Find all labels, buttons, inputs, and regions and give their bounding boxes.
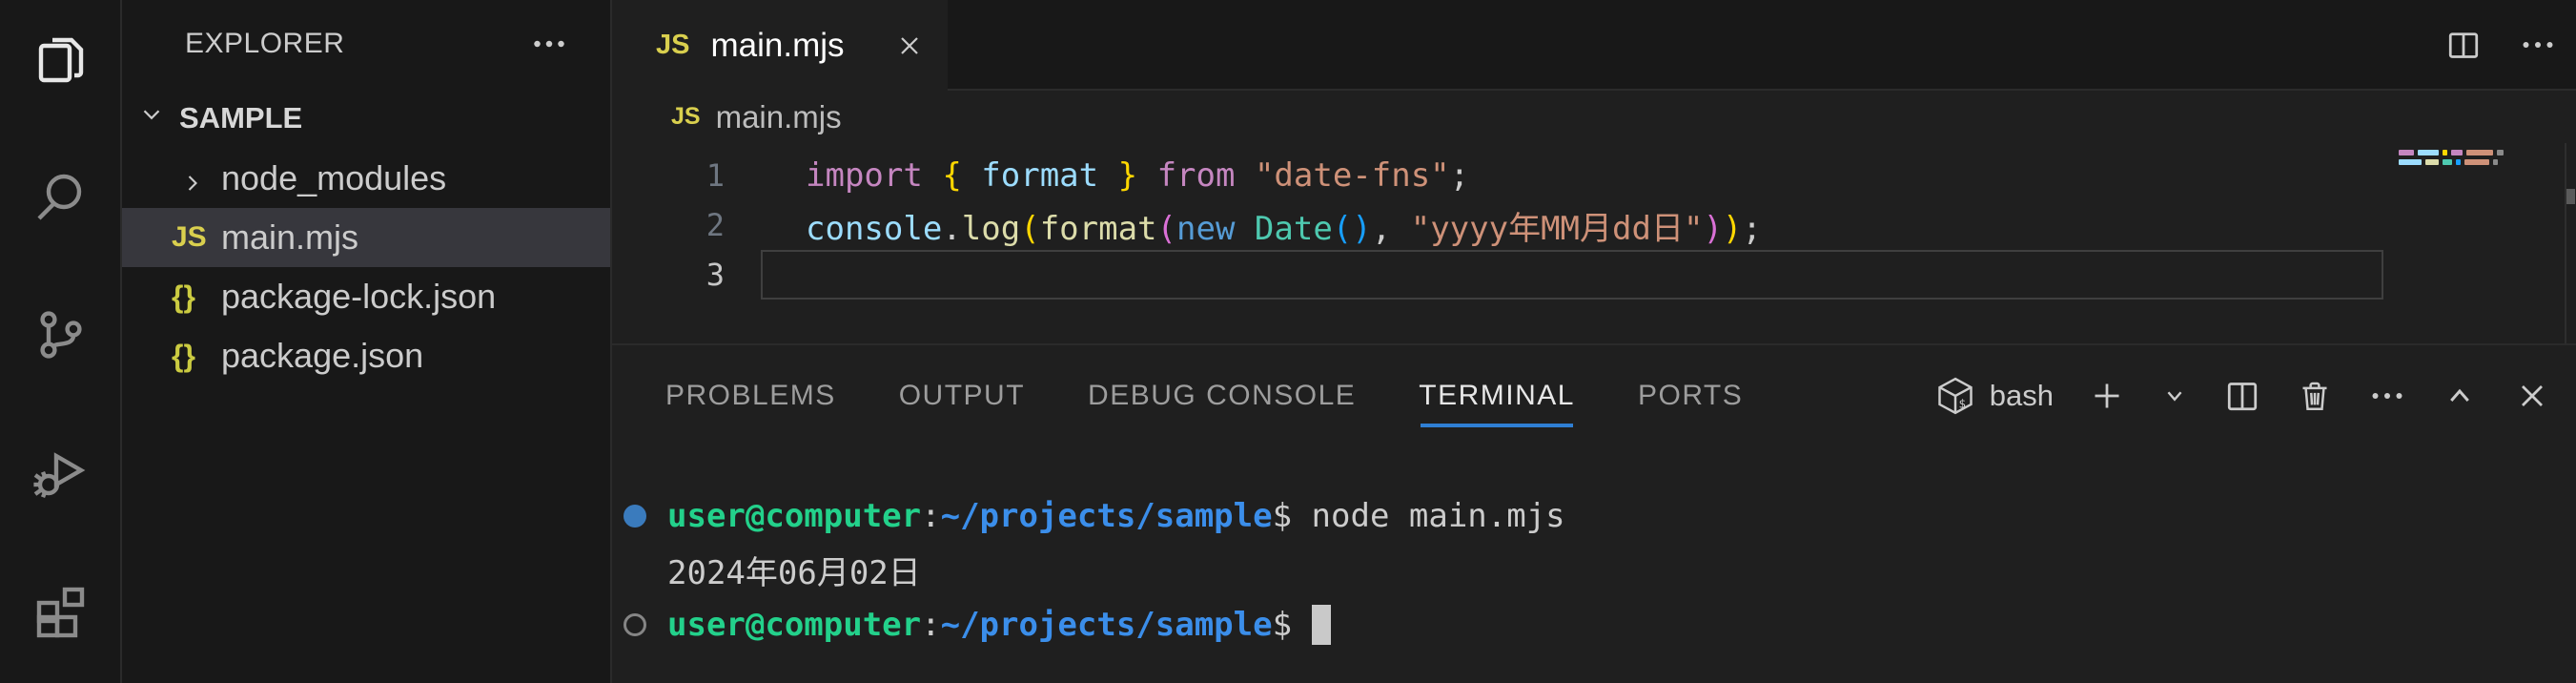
file-list: node_modules JS main.mjs {} package-lock.jso… <box>122 149 610 385</box>
bash-icon: $ <box>1934 375 1976 417</box>
activity-bar <box>0 0 122 683</box>
code-editor[interactable]: 1import { format } from "date-fns";2cons… <box>612 143 2576 343</box>
close-panel-icon[interactable] <box>2513 377 2551 415</box>
command-success-decoration[interactable] <box>624 505 646 528</box>
panel-tab-debug-console[interactable]: DEBUG CONSOLE <box>1088 345 1356 446</box>
sidebar-header: EXPLORER <box>122 0 610 88</box>
json-file-icon: {} <box>172 279 195 315</box>
scrollbar-thumb[interactable] <box>2566 189 2575 204</box>
extensions-icon <box>30 581 91 647</box>
minimap-line <box>2393 159 2561 165</box>
file-item-main.mjs[interactable]: JS main.mjs <box>122 208 610 267</box>
tab-label: main.mjs <box>710 27 844 65</box>
bottom-panel: PROBLEMS OUTPUT DEBUG CONSOLE TERMINAL PORTS… <box>612 343 2576 683</box>
line-number: 1 <box>612 157 725 194</box>
folder-section-sample[interactable]: SAMPLE <box>122 88 610 149</box>
panel-tabs: PROBLEMS OUTPUT DEBUG CONSOLE TERMINAL PORTS <box>665 345 1743 446</box>
code-line-1[interactable]: 1import { format } from "date-fns"; <box>612 151 2576 200</box>
panel-more-actions-icon[interactable] <box>2368 377 2406 415</box>
current-line-highlight <box>761 250 2383 300</box>
js-file-icon: JS <box>172 221 207 254</box>
launch-profile-chevron-icon[interactable] <box>2160 382 2189 410</box>
split-terminal-icon[interactable] <box>2223 377 2261 415</box>
file-label: package.json <box>221 336 423 376</box>
terminal-output[interactable]: user@computer:~/projects/sample$ node ma… <box>612 446 2576 683</box>
chevron-down-icon <box>137 100 166 136</box>
explorer-sidebar: EXPLORER SAMPLE node_modules JS main.mjs {}… <box>122 0 612 683</box>
maximize-panel-icon[interactable] <box>2441 377 2479 415</box>
activity-item-source-control[interactable] <box>0 269 120 407</box>
editor-actions <box>2444 0 2576 89</box>
overview-ruler <box>2565 143 2576 343</box>
vscode-window: EXPLORER SAMPLE node_modules JS main.mjs {}… <box>0 0 2576 683</box>
line-number: 3 <box>612 257 725 293</box>
file-label: main.mjs <box>221 217 358 258</box>
line-content: console.log(format(new Date(), "yyyy年MM月… <box>725 202 1762 249</box>
line-content: import { format } from "date-fns"; <box>725 156 1469 195</box>
kill-terminal-icon[interactable] <box>2296 377 2334 415</box>
file-item-package-lock.json[interactable]: {} package-lock.json <box>122 267 610 326</box>
panel-tab-output[interactable]: OUTPUT <box>899 345 1025 446</box>
panel-header: PROBLEMS OUTPUT DEBUG CONSOLE TERMINAL PORTS… <box>612 345 2576 446</box>
editor-and-panel: JS main.mjs JS main.mjs <box>612 0 2576 683</box>
activity-item-explorer[interactable] <box>0 0 120 131</box>
file-label: package-lock.json <box>221 277 496 317</box>
panel-tab-terminal[interactable]: TERMINAL <box>1419 345 1575 446</box>
activity-item-extensions[interactable] <box>0 545 120 683</box>
activity-item-run-debug[interactable] <box>0 406 120 545</box>
new-terminal-icon[interactable] <box>2088 377 2126 415</box>
svg-text:$: $ <box>1958 397 1965 410</box>
file-label: node_modules <box>221 158 446 198</box>
terminal-toolbar: $ bash <box>1934 375 2551 417</box>
editor-region: JS main.mjs JS main.mjs <box>612 0 2576 343</box>
minimap-line <box>2393 150 2561 155</box>
shell-label: bash <box>1990 379 2054 413</box>
command-prompt-decoration[interactable] <box>624 613 646 636</box>
editor-tab-bar: JS main.mjs <box>612 0 2576 91</box>
line-number: 2 <box>612 207 725 243</box>
chevron-right-icon <box>179 165 206 192</box>
more-actions-icon[interactable] <box>2519 26 2557 64</box>
file-item-node_modules[interactable]: node_modules <box>122 149 610 208</box>
js-file-icon: JS <box>656 30 689 61</box>
terminal-line-3: user@computer:~/projects/sample$ <box>612 597 2576 652</box>
json-file-icon: {} <box>172 339 195 374</box>
close-tab-icon[interactable] <box>894 31 925 61</box>
minimap[interactable] <box>2393 150 2561 169</box>
terminal-line-2: 2024年06月02日 <box>612 543 2576 597</box>
terminal-line-1: user@computer:~/projects/sample$ node ma… <box>612 488 2576 543</box>
panel-tab-problems[interactable]: PROBLEMS <box>665 345 836 446</box>
split-editor-icon[interactable] <box>2444 26 2483 64</box>
panel-tab-ports[interactable]: PORTS <box>1638 345 1743 446</box>
source-control-icon <box>30 304 91 370</box>
sidebar-title: EXPLORER <box>185 28 344 60</box>
terminal-cursor <box>1312 605 1331 645</box>
tab-main-mjs[interactable]: JS main.mjs <box>612 0 948 91</box>
file-item-package.json[interactable]: {} package.json <box>122 326 610 385</box>
section-label: SAMPLE <box>179 101 302 135</box>
run-debug-icon <box>30 443 91 508</box>
breadcrumb-file: main.mjs <box>716 99 842 135</box>
terminal-instance-bash[interactable]: $ bash <box>1934 375 2054 417</box>
breadcrumb[interactable]: JS main.mjs <box>612 91 2576 143</box>
code-line-2[interactable]: 2console.log(format(new Date(), "yyyy年MM… <box>612 200 2576 250</box>
files-icon <box>30 29 91 94</box>
js-file-icon: JS <box>671 103 701 131</box>
explorer-more-actions-icon[interactable] <box>530 25 568 63</box>
activity-item-search[interactable] <box>0 131 120 269</box>
search-icon <box>30 167 91 233</box>
